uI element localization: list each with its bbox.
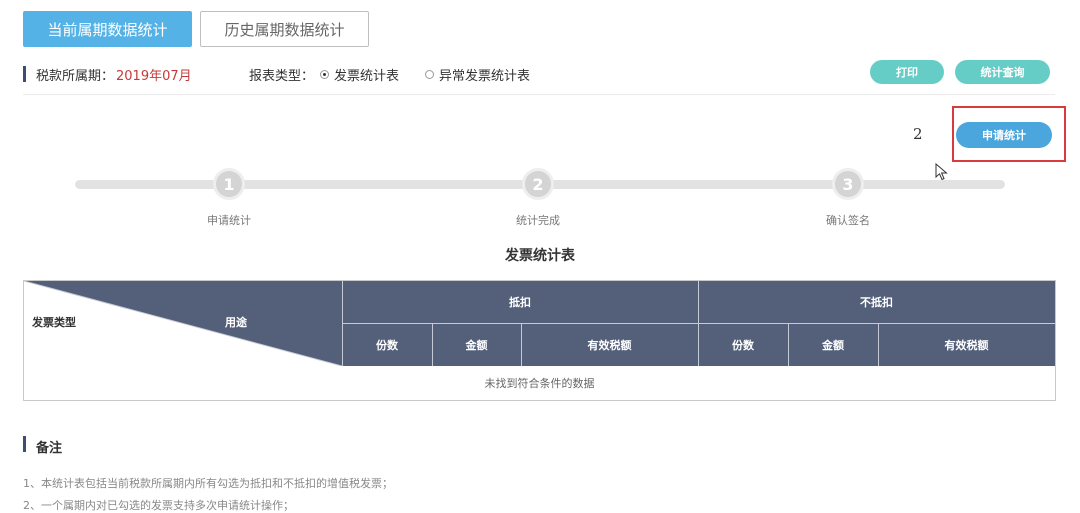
print-button[interactable]: 打印 xyxy=(870,60,944,84)
empty-data-message: 未找到符合条件的数据 xyxy=(484,377,595,390)
tab-history-period[interactable]: 历史属期数据统计 xyxy=(200,11,369,47)
sub-amount-deduct: 金额 xyxy=(465,338,488,352)
step-2-label: 统计完成 xyxy=(516,214,560,227)
grid-line xyxy=(521,323,522,366)
divider xyxy=(23,94,1055,95)
annotation-number: 2 xyxy=(913,125,923,143)
sub-count-nondeduct: 份数 xyxy=(732,338,754,352)
corner-invoice-type: 发票类型 xyxy=(32,316,76,329)
group-deduct: 抵扣 xyxy=(509,296,531,309)
radio-invoice[interactable] xyxy=(320,69,330,79)
notes-marker xyxy=(23,436,26,452)
grid-line xyxy=(342,323,1055,324)
invoice-stat-table: 发票类型 用途 抵扣 不抵扣 份数 金额 有效税额 份数 金额 有效税额 未找到… xyxy=(23,280,1056,401)
notes-title: 备注 xyxy=(36,441,63,456)
sub-tax-nondeduct: 有效税额 xyxy=(944,338,989,352)
period-filter: 税款所属期： 2019年07月 xyxy=(36,64,192,84)
period-value: 2019年07月 xyxy=(116,68,192,84)
step-3-label: 确认签名 xyxy=(826,214,870,227)
option-invoice-label[interactable]: 发票统计表 xyxy=(334,65,399,84)
note-item-1: 1、本统计表包括当前税款所属期内所有勾选为抵扣和不抵扣的增值税发票； xyxy=(23,477,393,490)
grid-line xyxy=(878,323,879,366)
grid-line xyxy=(788,323,789,366)
stat-query-button[interactable]: 统计查询 xyxy=(955,60,1050,84)
step-1-label: 申请统计 xyxy=(207,214,251,227)
tab-current-period[interactable]: 当前属期数据统计 xyxy=(23,11,192,47)
sub-tax-deduct: 有效税额 xyxy=(587,338,632,352)
corner-usage: 用途 xyxy=(225,316,247,329)
period-label: 税款所属期： xyxy=(36,68,115,84)
group-nondeduct: 不抵扣 xyxy=(860,296,893,309)
grid-line xyxy=(432,323,433,366)
cursor-icon xyxy=(935,163,948,181)
apply-stat-button[interactable]: 申请统计 xyxy=(956,122,1052,148)
radio-abnormal[interactable] xyxy=(425,69,435,79)
option-abnormal-label[interactable]: 异常发票统计表 xyxy=(439,65,530,84)
table-title: 发票统计表 xyxy=(505,248,575,264)
sub-count-deduct: 份数 xyxy=(376,338,398,352)
step-1-circle: 1 xyxy=(213,168,245,200)
note-item-2: 2、一个属期内对已勾选的发票支持多次申请统计操作； xyxy=(23,499,294,512)
report-type-label: 报表类型： xyxy=(249,68,315,84)
sub-amount-nondeduct: 金额 xyxy=(822,338,844,352)
report-type-group: 报表类型： 发票统计表 异常发票统计表 xyxy=(249,64,530,84)
step-3-circle: 3 xyxy=(832,168,864,200)
section-marker xyxy=(23,66,26,82)
step-2-circle: 2 xyxy=(522,168,554,200)
